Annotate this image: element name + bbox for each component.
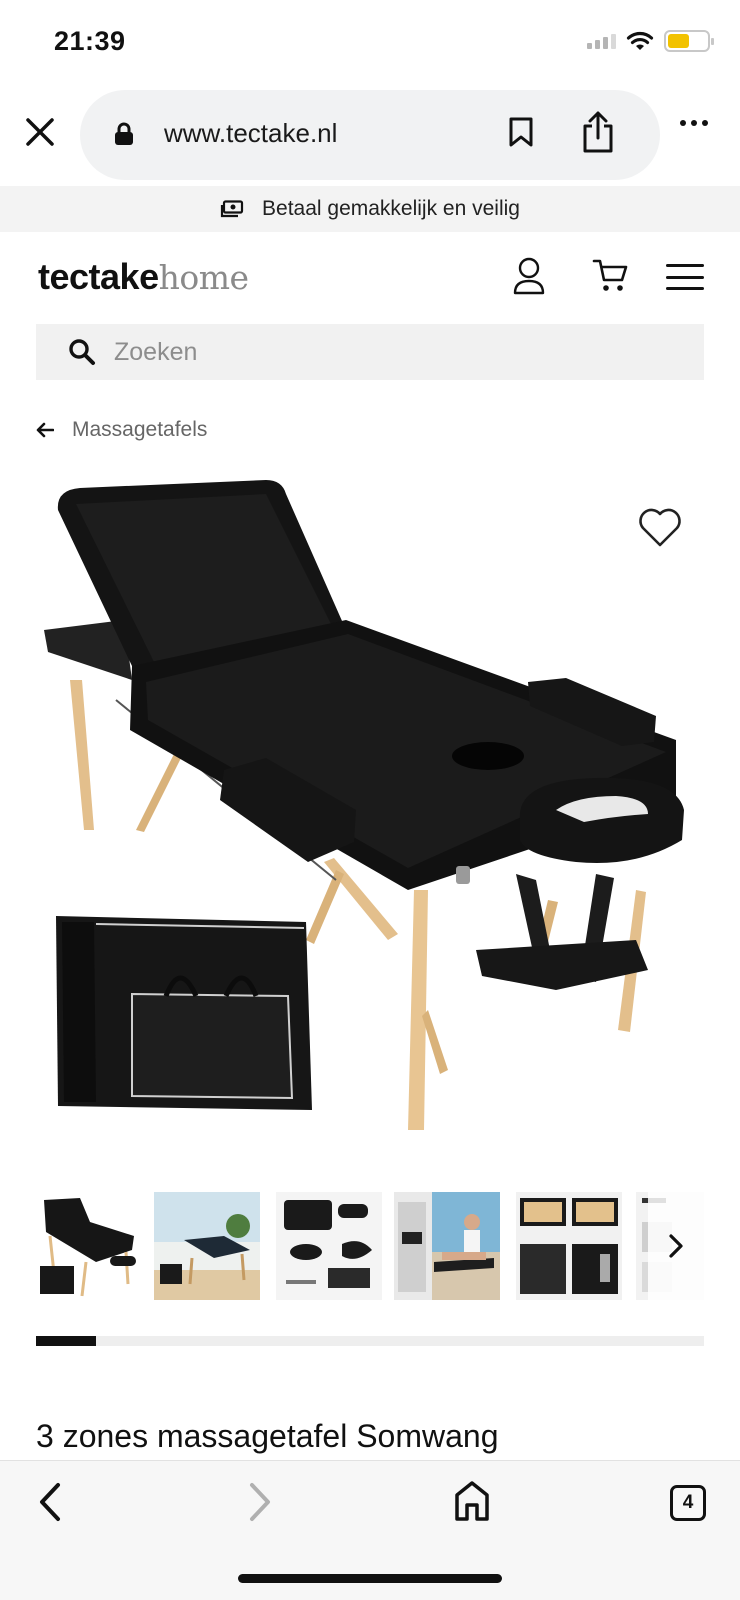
bookmark-icon[interactable] xyxy=(508,116,534,148)
carry-bag-image xyxy=(56,916,312,1110)
home-icon[interactable] xyxy=(452,1477,492,1525)
status-icons xyxy=(587,30,714,52)
search-box[interactable] xyxy=(36,324,704,380)
thumbnail-strip xyxy=(36,1192,704,1300)
more-icon[interactable] xyxy=(680,120,708,126)
thumbnail-4[interactable] xyxy=(394,1192,500,1300)
cart-icon[interactable] xyxy=(592,258,630,294)
lock-icon xyxy=(115,122,133,145)
logo-bold-text: tectake xyxy=(38,256,159,297)
browser-bar: www.tectake.nl xyxy=(0,88,740,180)
search-icon xyxy=(69,339,95,365)
thumbnail-1[interactable] xyxy=(36,1192,142,1300)
product-main-image[interactable] xyxy=(36,470,704,1160)
gallery-progress-fill xyxy=(36,1336,97,1346)
payment-banner: Betaal gemakkelijk en veilig xyxy=(0,186,740,232)
battery-icon xyxy=(664,30,714,52)
gallery-progress xyxy=(36,1336,704,1346)
breadcrumb[interactable]: Massagetafels xyxy=(36,418,207,442)
back-icon[interactable] xyxy=(30,1477,70,1527)
thumbnail-2[interactable] xyxy=(154,1192,260,1300)
battery-level xyxy=(668,34,689,48)
site-logo[interactable]: tectakehome xyxy=(38,256,249,298)
arrow-left-icon xyxy=(36,422,54,438)
home-indicator xyxy=(238,1574,502,1583)
breadcrumb-label: Massagetafels xyxy=(72,418,208,441)
address-bar[interactable]: www.tectake.nl xyxy=(80,90,660,180)
status-time: 21:39 xyxy=(54,26,126,56)
search-input[interactable] xyxy=(114,337,634,367)
wifi-icon xyxy=(626,31,654,50)
forward-icon[interactable] xyxy=(240,1477,280,1527)
status-bar: 21:39 xyxy=(0,0,740,90)
site-header: tectakehome xyxy=(0,250,740,310)
tabs-button[interactable]: 4 xyxy=(670,1485,706,1521)
product-title: 3 zones massagetafel Somwang xyxy=(36,1418,499,1454)
thumbnail-3[interactable] xyxy=(276,1192,382,1300)
signal-icon xyxy=(587,33,616,49)
chevron-right-icon xyxy=(669,1234,683,1258)
close-icon xyxy=(26,118,54,146)
share-icon[interactable] xyxy=(580,110,616,154)
cash-icon xyxy=(220,200,244,218)
thumbnail-5[interactable] xyxy=(516,1192,622,1300)
payment-banner-text: Betaal gemakkelijk en veilig xyxy=(262,197,520,220)
user-icon[interactable] xyxy=(512,256,546,296)
heart-icon[interactable] xyxy=(638,506,682,548)
menu-icon[interactable] xyxy=(666,264,704,290)
close-button[interactable] xyxy=(18,110,62,154)
logo-light-text: home xyxy=(158,258,249,297)
url-text: www.tectake.nl xyxy=(164,118,338,148)
thumbnail-next-button[interactable] xyxy=(648,1192,704,1300)
